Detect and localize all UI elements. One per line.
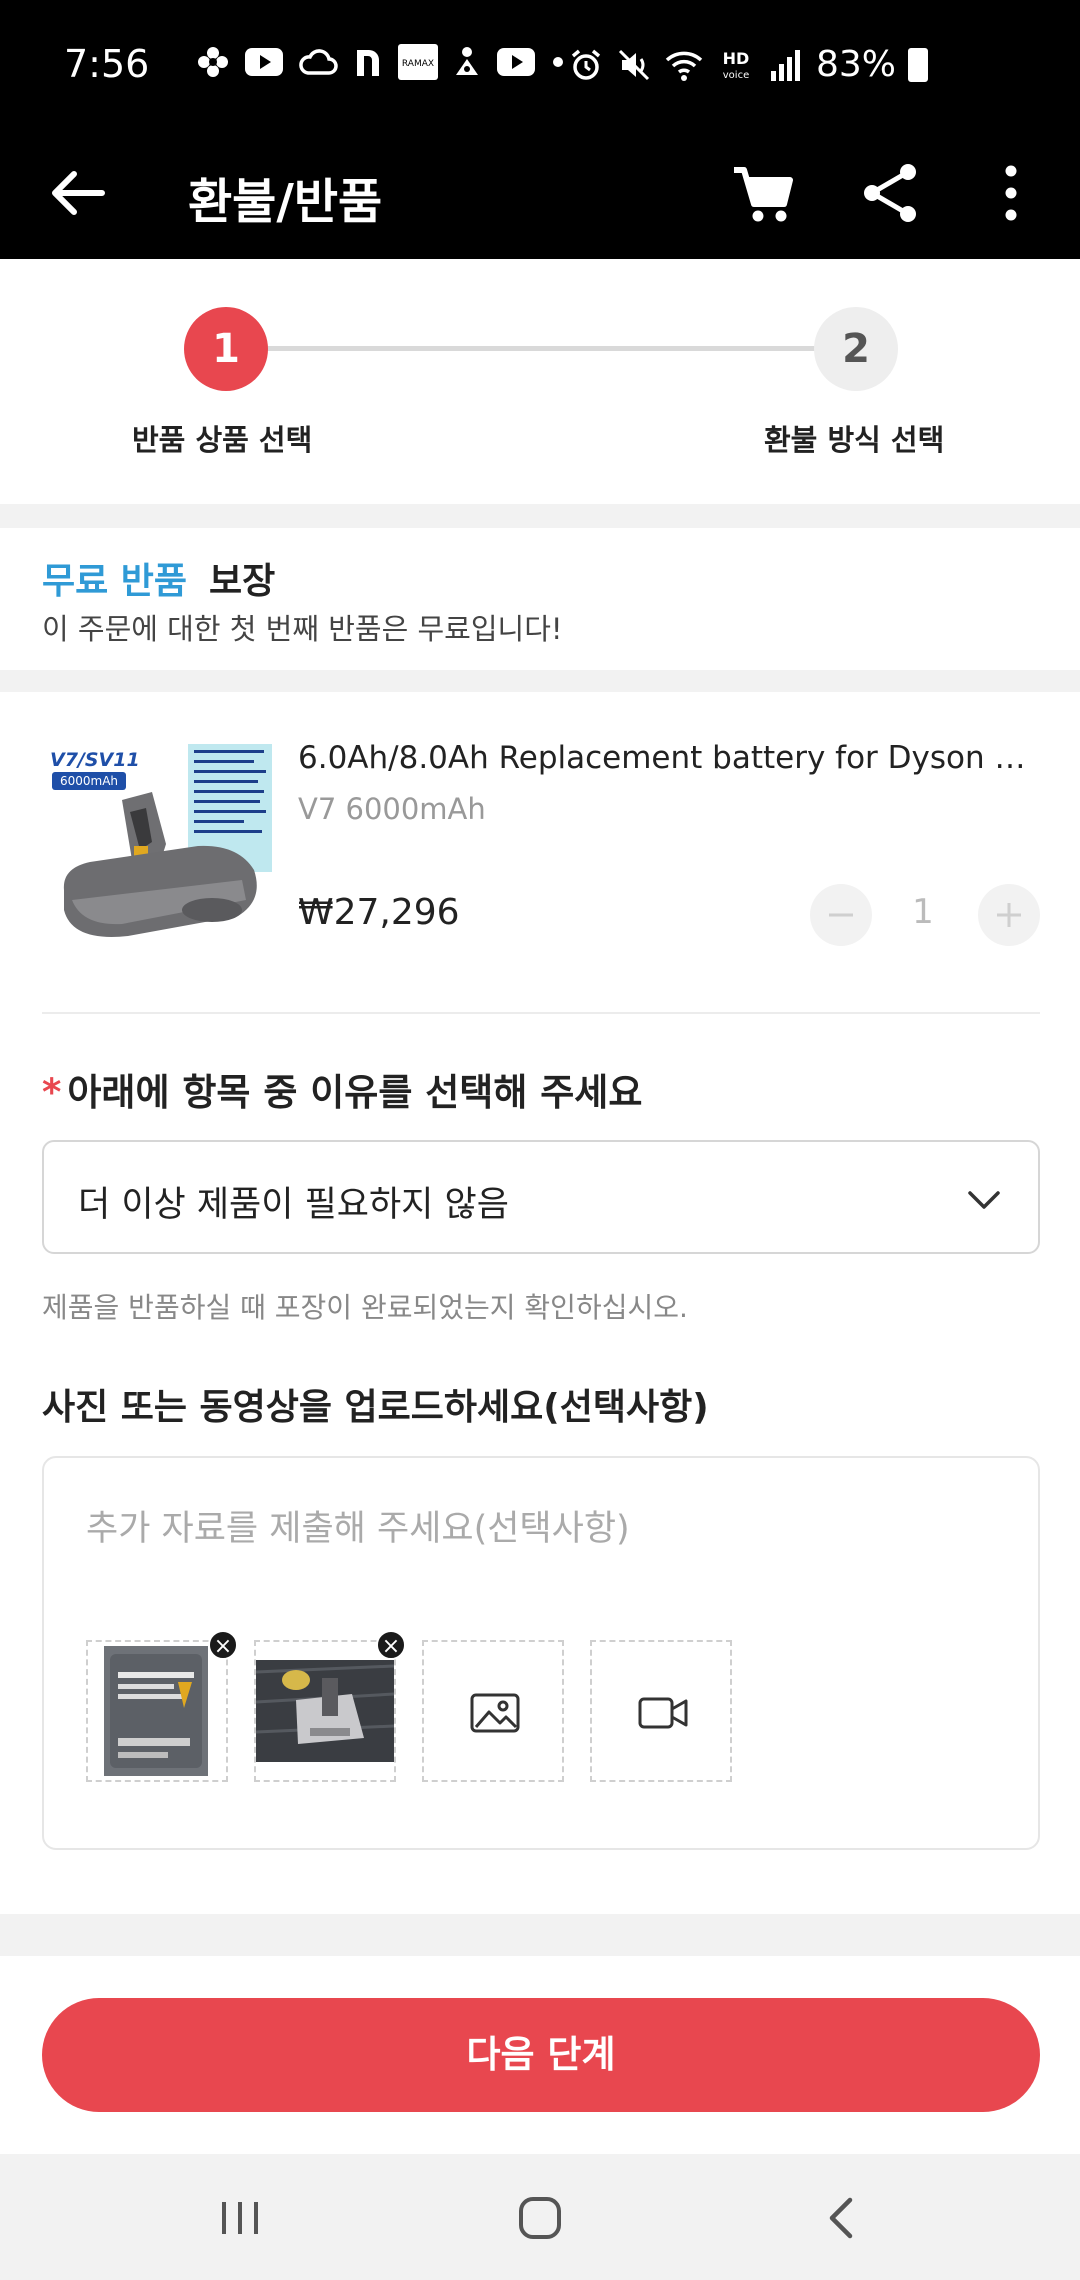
reason-dropdown[interactable]: 더 이상 제품이 필요하지 않음 [42,1140,1040,1254]
status-right-icons: HD voice 83% [568,44,929,85]
chevron-down-icon [968,1191,1000,1209]
product-price: ₩27,296 [298,892,460,933]
image-icon [470,1693,520,1733]
step-1-label: 반품 상품 선택 [132,423,313,457]
video-camera-icon [638,1697,688,1729]
required-mark: * [42,1071,62,1114]
reason-selected-value: 더 이상 제품이 필요하지 않음 [78,1185,509,1225]
reason-label: * 아래에 항목 중 이유를 선택해 주세요 [42,1062,642,1116]
upload-box: 추가 자료를 제출해 주세요(선택사항) × × [42,1456,1040,1850]
figure-icon [456,47,478,75]
recent-apps-icon[interactable] [216,2194,264,2242]
status-left-icons: RAMAX [196,44,566,80]
divider [42,1012,1040,1014]
stepper-line [266,346,816,351]
plus-icon [997,903,1021,927]
status-time: 7:56 [64,42,150,86]
hd-voice-icon: HD voice [723,49,750,81]
home-icon[interactable] [516,2194,564,2242]
page-title: 환불/반품 [188,174,383,230]
dot-icon [553,57,563,67]
uploaded-photo-image [104,1646,208,1776]
step-2-circle: 2 [814,307,898,391]
cart-icon[interactable] [728,158,798,228]
free-return-subtitle: 이 주문에 대한 첫 번째 반품은 무료입니다! [42,612,563,646]
ramax-label: RAMAX [402,59,434,69]
section-divider [0,670,1080,692]
app-bar: 환불/반품 [0,132,1080,259]
system-nav-bar [0,2154,1080,2280]
remove-photo-1-button[interactable]: × [208,1630,238,1660]
quantity-decrease-button[interactable] [810,884,872,946]
cloud-icon [299,49,338,75]
step-2-label: 환불 방식 선택 [764,423,945,457]
uploaded-photo-2[interactable]: × [254,1630,406,1782]
product-variant: V7 6000mAh [298,792,486,826]
minus-icon [829,913,853,917]
quantity-increase-button[interactable] [978,884,1040,946]
battery-percent: 83% [816,44,897,85]
free-return-banner: 무료 반품 보장 이 주문에 대한 첫 번째 반품은 무료입니다! [0,528,1080,670]
more-options-icon[interactable] [986,158,1036,228]
add-photo-button[interactable] [422,1640,564,1782]
product-card: V7/SV11 6000mAh 6.0Ah/8.0Ah Replacement … [0,692,1080,1012]
pinwheel-icon [198,47,228,77]
share-icon[interactable] [856,158,926,228]
step-1-circle: 1 [184,307,268,391]
battery-icon [908,47,929,82]
section-divider [0,1914,1080,1956]
quantity-value: 1 [912,892,934,932]
status-bar: 7:56 RAMAX HD voice 83% [0,0,1080,132]
section-divider [0,504,1080,528]
packaging-note: 제품을 반품하실 때 포장이 완료되었는지 확인하십시오. [42,1291,688,1324]
signal-icon [771,49,800,81]
free-return-highlight: 무료 반품 [42,561,188,602]
ramax-icon: RAMAX [398,44,438,80]
uploaded-photo-1[interactable]: × [86,1630,238,1782]
alarm-icon [571,49,601,80]
upload-title: 사진 또는 동영상을 업로드하세요(선택사항) [42,1387,709,1428]
nav-back-icon[interactable] [818,2194,866,2242]
add-video-button[interactable] [590,1640,732,1782]
youtube-icon [245,48,283,76]
n-icon [357,50,379,76]
voice-label: voice [723,70,749,81]
thumb-model-text: V7/SV11 [50,749,140,771]
mute-icon [618,49,650,80]
reason-label-text: 아래에 항목 중 이유를 선택해 주세요 [67,1071,643,1114]
thumb-capacity-text: 6000mAh [60,774,118,788]
youtube-icon [497,48,535,76]
upload-comment-placeholder[interactable]: 추가 자료를 제출해 주세요(선택사항) [86,1500,630,1551]
progress-stepper: 1 2 반품 상품 선택 환불 방식 선택 [0,259,1080,504]
uploaded-photo-image [256,1660,394,1762]
product-title[interactable]: 6.0Ah/8.0Ah Replacement battery for Dyso… [298,740,1040,776]
back-arrow-icon[interactable] [42,158,112,228]
free-return-heading: 무료 반품 보장 [42,552,275,604]
next-step-button[interactable]: 다음 단계 [42,1998,1040,2112]
wifi-icon [665,51,703,81]
hd-label: HD [723,49,750,68]
remove-photo-2-button[interactable]: × [376,1630,406,1660]
product-thumbnail: V7/SV11 6000mAh [42,740,278,962]
free-return-suffix: 보장 [209,561,276,602]
